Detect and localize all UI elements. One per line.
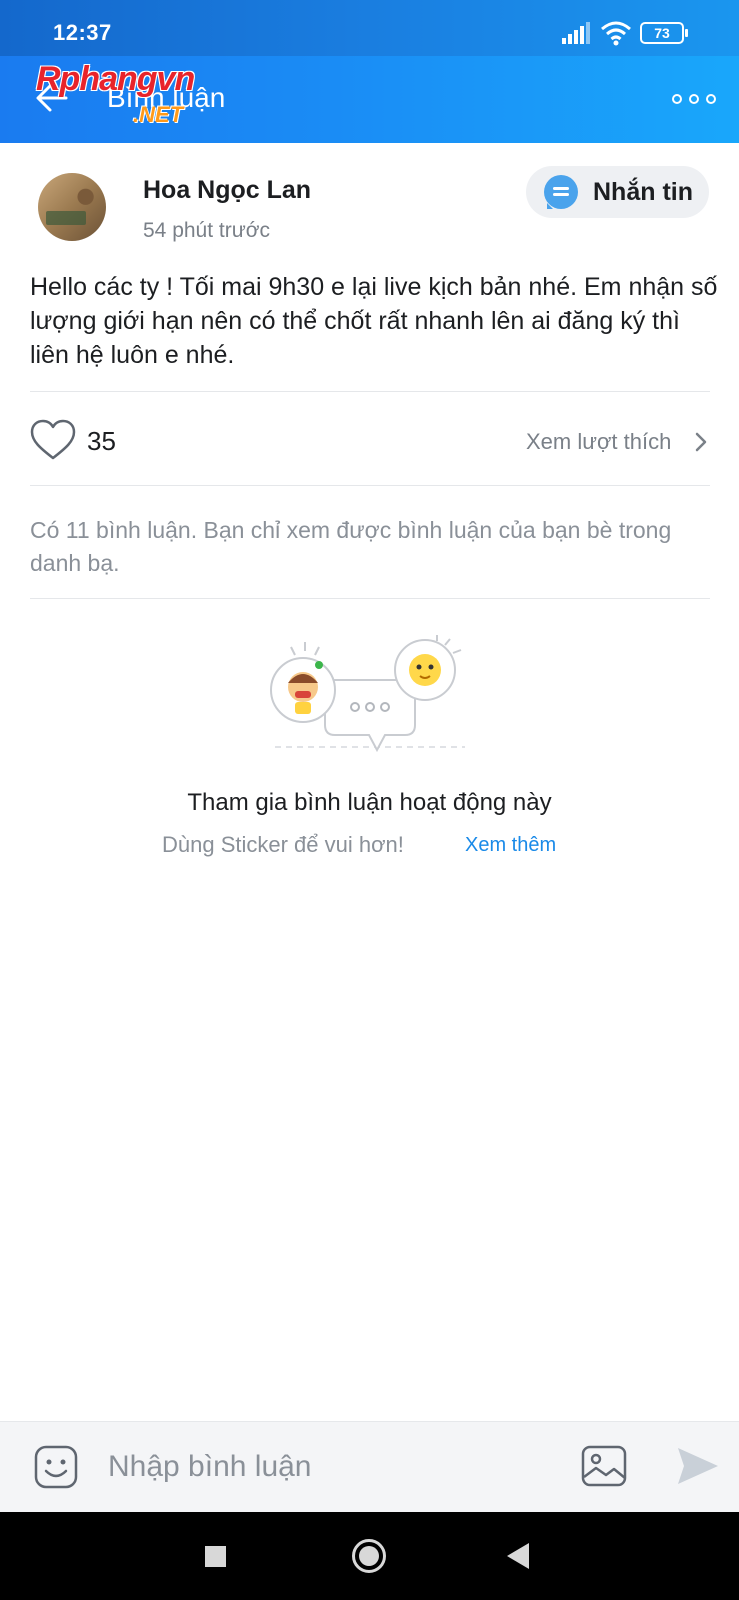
dot-icon	[689, 94, 699, 104]
system-back-button[interactable]	[507, 1543, 529, 1569]
post-timestamp: 54 phút trước	[143, 219, 271, 242]
chevron-right-icon[interactable]	[694, 431, 708, 453]
author-name[interactable]: Hoa Ngọc Lan	[143, 176, 311, 205]
dot-icon	[706, 94, 716, 104]
see-more-link[interactable]: Xem thêm	[465, 834, 556, 857]
battery-icon: 73	[640, 22, 688, 44]
author-avatar[interactable]	[38, 173, 106, 241]
like-count: 35	[87, 426, 116, 456]
more-options-button[interactable]	[672, 84, 716, 114]
empty-state-title: Tham gia bình luận hoạt động này	[187, 789, 552, 816]
send-icon[interactable]	[676, 1446, 720, 1486]
wifi-icon	[601, 21, 631, 46]
status-bar: 12:37 73	[0, 0, 739, 56]
emoji-icon[interactable]	[33, 1444, 79, 1490]
status-time: 12:37	[53, 20, 112, 45]
app-header: Bình luận Rphangvn .NET	[0, 56, 739, 143]
dot-icon	[672, 94, 682, 104]
chat-bubble-icon	[544, 175, 578, 209]
divider	[30, 391, 710, 392]
empty-state-subtitle: Dùng Sticker để vui hơn!	[162, 832, 404, 857]
sticker-chat-illustration	[270, 635, 465, 753]
heart-icon[interactable]	[30, 419, 76, 461]
image-icon[interactable]	[580, 1444, 628, 1488]
divider	[30, 485, 710, 486]
home-button[interactable]	[352, 1539, 386, 1573]
divider	[30, 598, 710, 599]
comment-composer	[0, 1421, 739, 1512]
message-button[interactable]: Nhắn tin	[526, 166, 709, 218]
watermark-logo-suffix: .NET	[133, 102, 184, 127]
post-body: Hello các ty ! Tối mai 9h30 e lại live k…	[30, 273, 718, 369]
comment-visibility-note: Có 11 bình luận. Bạn chỉ xem được bình l…	[30, 517, 672, 576]
comment-input[interactable]	[108, 1444, 548, 1490]
watermark-logo: Rphangvn	[36, 60, 195, 98]
message-button-label: Nhắn tin	[593, 178, 693, 206]
signal-icon	[562, 22, 590, 44]
recents-button[interactable]	[205, 1546, 226, 1567]
view-likes-link[interactable]: Xem lượt thích	[526, 429, 671, 455]
